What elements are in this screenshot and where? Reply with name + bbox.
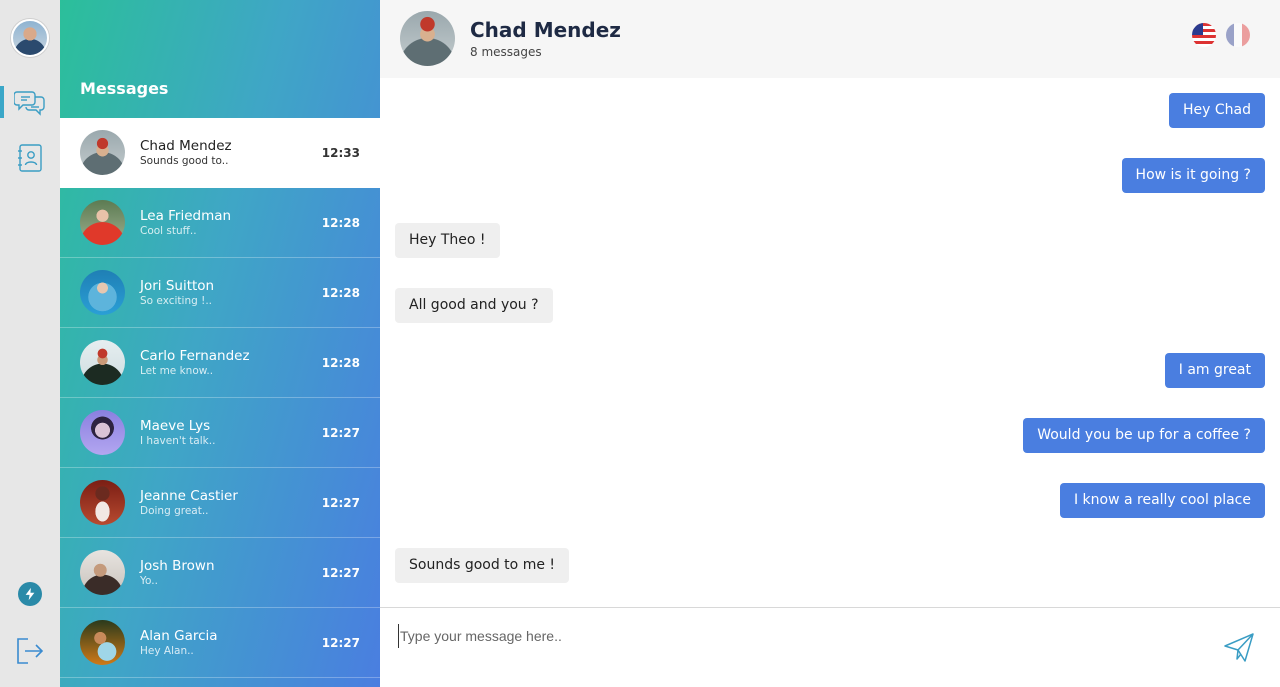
user-avatar[interactable] (11, 19, 49, 57)
incoming-message: All good and you ? (395, 288, 553, 323)
message-time: 12:28 (321, 356, 360, 370)
contact-name: Alan Garcia (140, 628, 218, 644)
contact-name-heading: Chad Mendez (470, 18, 621, 42)
avatar (80, 270, 125, 315)
incoming-message: Sounds good to me ! (395, 548, 570, 583)
contact-name: Josh Brown (140, 558, 215, 574)
avatar (80, 480, 125, 525)
fr-flag-icon[interactable] (1226, 23, 1250, 47)
message-time: 12:27 (321, 636, 360, 650)
message-time: 12:28 (321, 286, 360, 300)
conversation-item[interactable]: Lea Friedman Cool stuff.. 12:28 (60, 188, 380, 258)
left-rail (0, 0, 60, 687)
message-time: 12:27 (321, 426, 360, 440)
chat-header: Chad Mendez 8 messages (380, 0, 1280, 78)
conversation-list-panel: Messages Chad Mendez Sounds good to.. 12… (60, 0, 380, 687)
message-count: 8 messages (470, 45, 542, 59)
outgoing-message: Hey Chad (1169, 93, 1265, 128)
message-preview: Cool stuff.. (140, 225, 197, 237)
conversation-item[interactable]: Chad Mendez Sounds good to.. 12:33 (60, 118, 380, 188)
send-icon[interactable] (1223, 632, 1255, 664)
section-title: Messages (80, 79, 169, 98)
conversation-item[interactable]: Jeanne Castier Doing great.. 12:27 (60, 468, 380, 538)
conversation-item[interactable]: Maeve Lys I haven't talk.. 12:27 (60, 398, 380, 468)
active-indicator (0, 86, 4, 118)
message-thread: Hey Chad How is it going ? Hey Theo ! Al… (380, 78, 1280, 607)
conversation-item[interactable]: Josh Brown Yo.. 12:27 (60, 538, 380, 608)
avatar (80, 620, 125, 665)
outgoing-message: I know a really cool place (1059, 483, 1265, 518)
message-time: 12:27 (321, 496, 360, 510)
avatar (80, 550, 125, 595)
incoming-message: Hey Theo ! (395, 223, 500, 258)
contact-name: Jori Suitton (140, 278, 215, 294)
contact-name: Maeve Lys (140, 418, 211, 434)
chat-bubbles-icon[interactable] (14, 86, 46, 118)
contact-name: Jeanne Castier (140, 488, 238, 504)
conversation-item[interactable]: Jori Suitton So exciting !.. 12:28 (60, 258, 380, 328)
us-flag-icon[interactable] (1192, 23, 1216, 47)
message-preview: Let me know.. (140, 365, 214, 377)
contact-name: Lea Friedman (140, 208, 232, 224)
message-preview: So exciting !.. (140, 295, 212, 307)
logout-icon[interactable] (15, 636, 45, 666)
avatar (80, 410, 125, 455)
outgoing-message: How is it going ? (1121, 158, 1265, 193)
contacts-book-icon[interactable] (14, 142, 46, 174)
message-time: 12:33 (321, 146, 360, 160)
avatar (80, 130, 125, 175)
list-header: Messages (60, 0, 380, 118)
contact-name: Carlo Fernandez (140, 348, 250, 364)
conversation-item[interactable]: Carlo Fernandez Let me know.. 12:28 (60, 328, 380, 398)
avatar (80, 340, 125, 385)
lightning-icon[interactable] (18, 582, 42, 606)
chat-panel: Chad Mendez 8 messages Hey Chad How is i… (380, 0, 1280, 687)
message-preview: I haven't talk.. (140, 435, 216, 447)
message-preview: Yo.. (140, 575, 158, 587)
contact-name: Chad Mendez (140, 138, 232, 154)
message-preview: Hey Alan.. (140, 645, 194, 657)
conversation-item[interactable]: Alan Garcia Hey Alan.. 12:27 (60, 608, 380, 678)
message-preview: Doing great.. (140, 505, 209, 517)
outgoing-message: I am great (1164, 353, 1265, 388)
message-time: 12:28 (321, 216, 360, 230)
avatar (80, 200, 125, 245)
message-time: 12:27 (321, 566, 360, 580)
message-composer (380, 607, 1280, 687)
message-input[interactable] (398, 624, 1178, 648)
message-preview: Sounds good to.. (140, 155, 229, 167)
outgoing-message: Would you be up for a coffee ? (1023, 418, 1265, 453)
contact-avatar[interactable] (400, 11, 455, 66)
